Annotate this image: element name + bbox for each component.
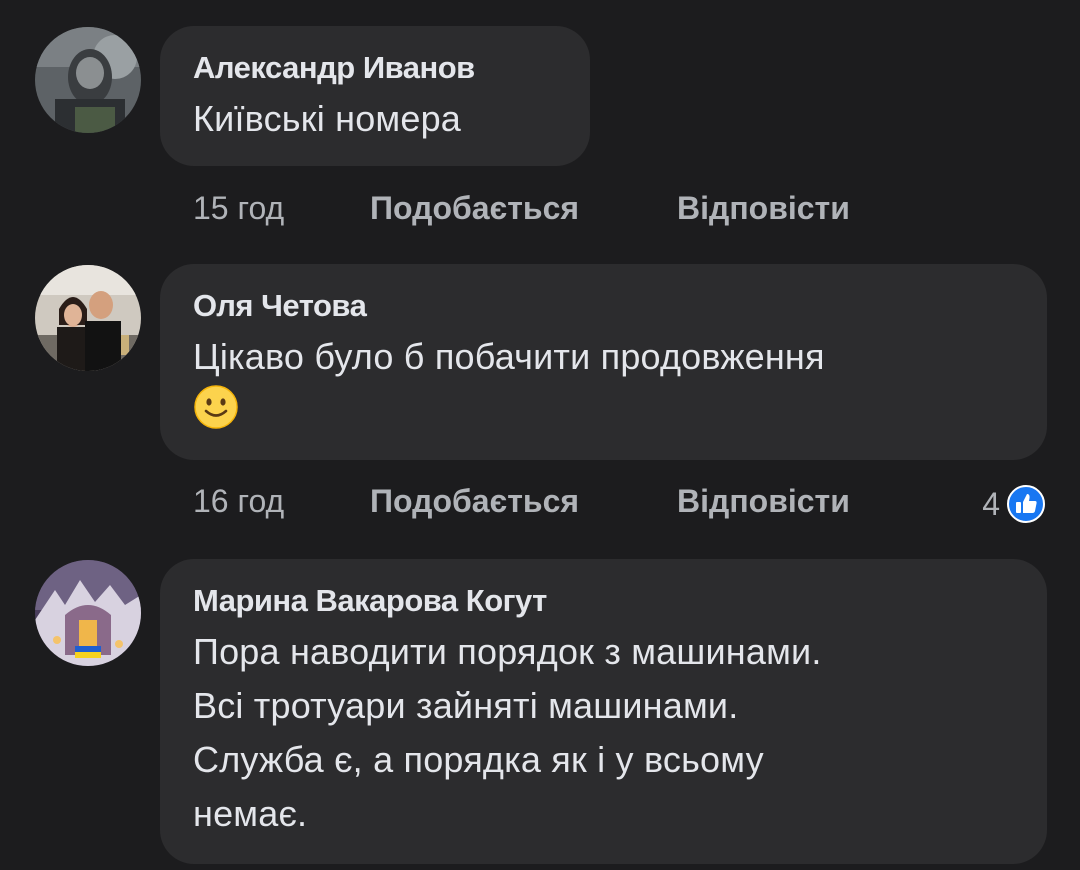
comment-time[interactable]: 16 год xyxy=(193,476,284,526)
reaction-summary[interactable]: 4 xyxy=(982,476,1046,526)
comment-author[interactable]: Марина Вакарова Когут xyxy=(193,581,1015,621)
reply-button[interactable]: Відповісти xyxy=(677,183,850,233)
avatar[interactable] xyxy=(35,265,141,371)
reply-button[interactable]: Відповісти xyxy=(677,476,850,526)
avatar[interactable] xyxy=(35,27,141,133)
comment-text-line: Всі тротуари зайняті машинами. xyxy=(193,685,739,726)
comment-author[interactable]: Оля Четова xyxy=(193,286,1015,326)
comment-text: Пора наводити порядок з машинами. Всі тр… xyxy=(193,625,1015,841)
like-reaction-icon xyxy=(1006,484,1046,524)
like-button[interactable]: Подобається xyxy=(370,476,579,526)
comment-text-line: Пора наводити порядок з машинами. xyxy=(193,631,822,672)
comment-time[interactable]: 15 год xyxy=(193,183,284,233)
comment-text-line: немає. xyxy=(193,793,308,834)
slightly-smiling-face-icon xyxy=(193,384,239,430)
comment-bubble: Оля Четова Цікаво було б побачити продов… xyxy=(160,264,1047,460)
comment-text: Цікаво було б побачити продовження xyxy=(193,330,1015,438)
like-button[interactable]: Подобається xyxy=(370,183,579,233)
comment-text-line: Цікаво було б побачити продовження xyxy=(193,336,825,377)
avatar[interactable] xyxy=(35,560,141,666)
comment-text-line: Служба є, а порядка як і у всьому xyxy=(193,739,764,780)
comment-author[interactable]: Александр Иванов xyxy=(193,48,558,88)
comment-bubble: Александр Иванов Київські номера xyxy=(160,26,590,166)
reaction-count: 4 xyxy=(982,485,1000,522)
comment-text: Київські номера xyxy=(193,98,462,139)
emoji-line xyxy=(193,384,1015,438)
comment-bubble: Марина Вакарова Когут Пора наводити поря… xyxy=(160,559,1047,864)
